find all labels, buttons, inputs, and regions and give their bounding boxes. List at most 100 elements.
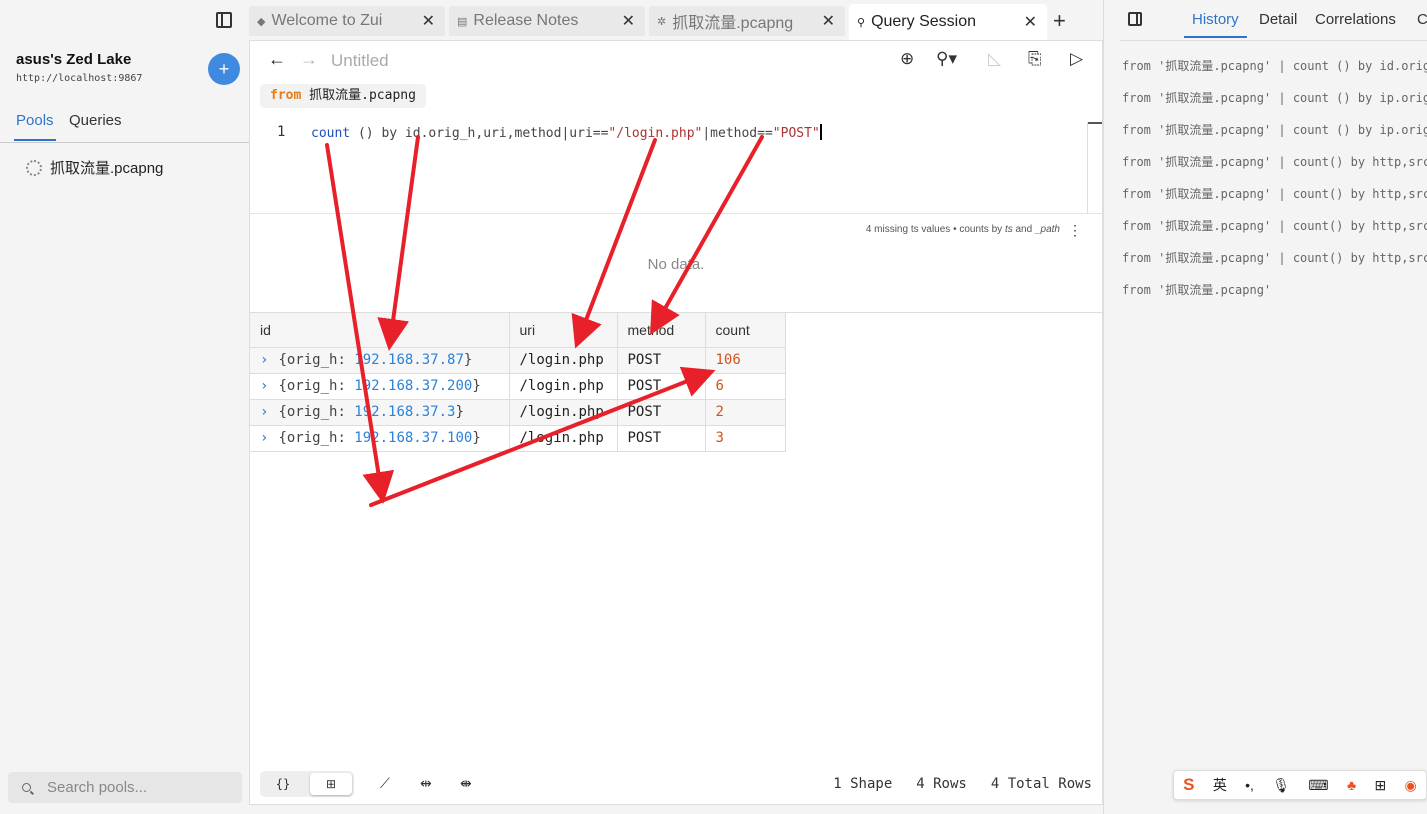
- from-pin[interactable]: from 抓取流量.pcapng: [260, 84, 426, 108]
- column-header-id[interactable]: id: [250, 313, 510, 348]
- history-item[interactable]: from '抓取流量.pcapng' | count() by http,src: [1122, 249, 1427, 266]
- right-panel: History Detail Correlations C from '抓取流量…: [1103, 0, 1427, 814]
- record-prefix: {orig_h:: [278, 378, 355, 394]
- tab-welcome[interactable]: ◆ Welcome to Zui ✕: [249, 6, 445, 36]
- result-stats: 1 Shape 4 Rows 4 Total Rows: [809, 776, 1092, 792]
- json-view-button[interactable]: {}: [262, 773, 304, 795]
- close-icon[interactable]: ✕: [822, 11, 835, 31]
- collapse-sidebar-icon[interactable]: [216, 12, 232, 28]
- tab-history[interactable]: History: [1184, 11, 1247, 38]
- pool-item-label: 抓取流量.pcapng: [50, 160, 164, 177]
- table-row[interactable]: › {orig_h: 192.168.37.100} /login.php POS…: [250, 425, 786, 452]
- mascot-icon[interactable]: ◉: [1405, 777, 1417, 794]
- punctuation-icon[interactable]: •,: [1245, 777, 1254, 793]
- table-row[interactable]: › {orig_h: 192.168.37.200} /login.php POS…: [250, 373, 786, 400]
- close-icon[interactable]: ✕: [422, 11, 435, 31]
- query-title[interactable]: Untitled: [331, 51, 389, 71]
- collapse-icon[interactable]: ⇼: [460, 775, 472, 792]
- table-header-row: id uri method count: [250, 313, 786, 348]
- editor-scrollbar[interactable]: [1087, 122, 1102, 214]
- line-number: 1: [277, 124, 286, 140]
- add-circle-icon[interactable]: ⊕: [900, 49, 914, 69]
- export-icon[interactable]: ⎘: [1028, 49, 1042, 69]
- expand-icon[interactable]: ⇹: [420, 775, 432, 792]
- tab-pool[interactable]: ✲ 抓取流量.pcapng ✕: [649, 6, 845, 36]
- ime-language[interactable]: 英: [1213, 775, 1227, 795]
- query-code[interactable]: count () by id.orig_h,uri,method|uri=="/…: [311, 124, 822, 141]
- view-toggle: {} ⊞: [260, 771, 354, 797]
- table-view-button[interactable]: ⊞: [310, 773, 352, 795]
- chevron-right-icon[interactable]: ›: [260, 378, 268, 394]
- chevron-right-icon[interactable]: ›: [260, 430, 268, 446]
- lake-title: asus's Zed Lake: [16, 51, 132, 68]
- tab-detail[interactable]: Detail: [1259, 11, 1297, 28]
- query-panel: ← → Untitled ⊕ ⚲▾ ◺ ⎘ ▷ from 抓取流量.pcapng…: [249, 40, 1103, 805]
- close-icon[interactable]: ✕: [622, 11, 635, 31]
- lake-url: http://localhost:9867: [16, 73, 143, 84]
- microphone-icon[interactable]: 🎙: [1272, 777, 1290, 794]
- add-pool-button[interactable]: +: [208, 53, 240, 85]
- skin-icon[interactable]: ♣: [1347, 777, 1356, 793]
- chart-icon[interactable]: ⟋: [380, 775, 390, 792]
- results-footer: {} ⊞ ⟋ ⇹ ⇼ 1 Shape 4 Rows 4 Total Rows: [250, 766, 1102, 804]
- code-string: "POST": [772, 126, 820, 141]
- table-row[interactable]: › {orig_h: 192.168.37.87} /login.php POST…: [250, 347, 786, 374]
- grid-icon[interactable]: ⊞: [1374, 777, 1386, 794]
- history-item[interactable]: from '抓取流量.pcapng' | count() by http,src: [1122, 185, 1427, 202]
- row-count: 4 Rows: [916, 776, 967, 792]
- column-header-method[interactable]: method: [617, 313, 706, 348]
- chevron-right-icon[interactable]: ›: [260, 352, 268, 368]
- method-cell: POST: [617, 347, 706, 374]
- forward-arrow-icon[interactable]: →: [300, 49, 318, 70]
- tab-pools[interactable]: Pools: [14, 112, 56, 141]
- pool-item[interactable]: 抓取流量.pcapng: [26, 157, 163, 178]
- record-prefix: {orig_h:: [278, 352, 355, 368]
- back-arrow-icon[interactable]: ←: [268, 49, 286, 70]
- history-item[interactable]: from '抓取流量.pcapng' | count () by id.orig…: [1122, 57, 1427, 74]
- id-cell: › {orig_h: 192.168.37.3}: [250, 399, 510, 426]
- method-cell: POST: [617, 373, 706, 400]
- new-tab-button[interactable]: +: [1053, 8, 1066, 34]
- count-cell: 106: [705, 347, 786, 374]
- run-icon[interactable]: ▷: [1070, 49, 1083, 69]
- history-item[interactable]: from '抓取流量.pcapng' | count() by http,src: [1122, 217, 1427, 234]
- chart-info: 4 missing ts values • counts by ts and _…: [866, 224, 1060, 235]
- chevron-right-icon[interactable]: ›: [260, 404, 268, 420]
- more-vertical-icon[interactable]: ⋮: [1068, 222, 1082, 239]
- column-header-uri[interactable]: uri: [509, 313, 618, 348]
- format-icon[interactable]: ◺: [988, 49, 1001, 69]
- count-cell: 3: [705, 425, 786, 452]
- tab-query-session[interactable]: ⚲ Query Session ✕: [849, 4, 1047, 40]
- tab-queries[interactable]: Queries: [69, 112, 122, 129]
- column-header-count[interactable]: count: [705, 313, 786, 348]
- history-item[interactable]: from '抓取流量.pcapng' | count () by ip.orig…: [1122, 121, 1427, 138]
- history-item[interactable]: from '抓取流量.pcapng' | count() by http,src: [1122, 153, 1427, 170]
- record-suffix: }: [463, 352, 473, 368]
- ime-logo[interactable]: S: [1183, 775, 1194, 795]
- query-editor[interactable]: 1 count () by id.orig_h,uri,method|uri==…: [250, 116, 1090, 214]
- tab-release-notes[interactable]: ▤ Release Notes ✕: [449, 6, 645, 36]
- tab-overflow[interactable]: C: [1417, 11, 1427, 28]
- id-cell: › {orig_h: 192.168.37.100}: [250, 425, 510, 452]
- history-item[interactable]: from '抓取流量.pcapng' | count () by ip.orig…: [1122, 89, 1427, 106]
- count-cell: 6: [705, 373, 786, 400]
- keyboard-icon[interactable]: ⌨: [1308, 777, 1328, 794]
- id-cell: › {orig_h: 192.168.37.200}: [250, 373, 510, 400]
- pin-icon[interactable]: ⚲▾: [936, 49, 957, 69]
- table-row[interactable]: › {orig_h: 192.168.37.3} /login.php POST …: [250, 399, 786, 426]
- close-icon[interactable]: ✕: [1024, 12, 1037, 32]
- history-item[interactable]: from '抓取流量.pcapng': [1122, 281, 1427, 298]
- chart-info-ts: ts: [1004, 224, 1013, 235]
- tab-label: Release Notes: [473, 12, 579, 29]
- record-suffix: }: [472, 378, 481, 394]
- tab-label: Welcome to Zui: [271, 12, 383, 29]
- code-string: "/login.php": [608, 126, 703, 141]
- collapse-panel-icon[interactable]: [1128, 12, 1142, 26]
- search-pools-input[interactable]: Search pools...: [8, 772, 242, 803]
- from-pool: 抓取流量.pcapng: [309, 88, 416, 103]
- chart-info-and: and: [1012, 224, 1035, 235]
- tab-correlations[interactable]: Correlations: [1315, 11, 1396, 28]
- left-sidebar: asus's Zed Lake http://localhost:9867 + …: [0, 0, 249, 814]
- uri-cell: /login.php: [509, 347, 618, 374]
- search-icon: ⚲: [857, 16, 866, 29]
